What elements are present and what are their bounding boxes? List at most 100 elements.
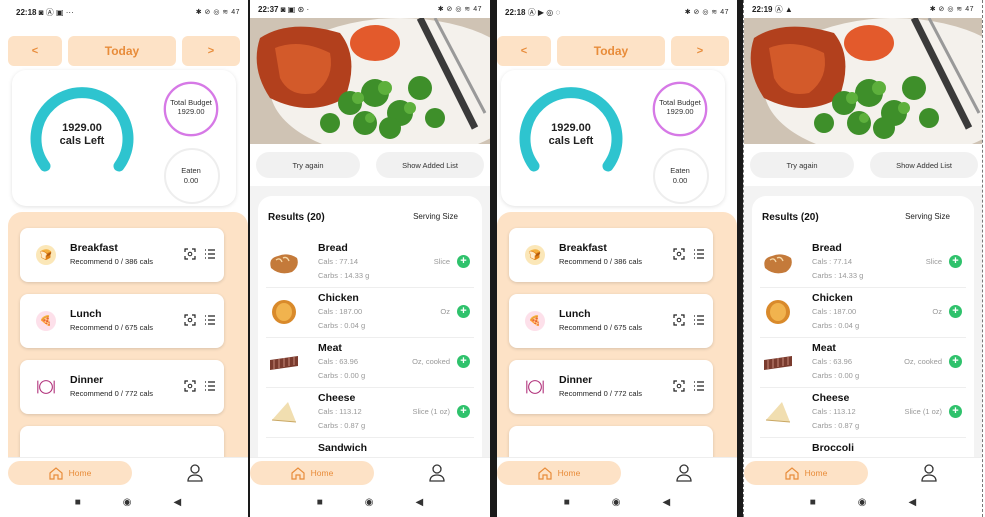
food-row-meat[interactable]: Meat Cals : 63.96 Carbs : 0.00 g Oz, coo… xyxy=(266,338,474,388)
add-icon[interactable]: + xyxy=(457,405,470,418)
profile-icon[interactable] xyxy=(428,463,446,483)
list-icon[interactable] xyxy=(204,248,216,260)
next-day-button[interactable]: > xyxy=(671,36,729,66)
system-nav-bar: ■ ◉ ◀ xyxy=(497,487,737,517)
meal-card-breakfast[interactable]: 🍞 Breakfast Recommend 0 / 386 cals xyxy=(509,228,713,282)
lunch-icon: 🍕 xyxy=(525,311,545,331)
results-card: Results (20) Serving Size Bread Cals : 7… xyxy=(258,196,482,459)
home-content: < Today > 1929.00 cals Left Total Budget… xyxy=(8,24,248,480)
recents-icon[interactable]: ■ xyxy=(317,497,323,508)
back-icon[interactable]: ◀ xyxy=(663,497,671,508)
system-home-icon[interactable]: ◉ xyxy=(612,497,621,508)
next-day-button[interactable]: > xyxy=(182,36,240,66)
home-screen: 22:18 Ⓐ ▶ ◎ ◌ ✱ ⊘ ◎ ≋ 47 < Today > 1929.… xyxy=(497,0,737,517)
meal-card-breakfast[interactable]: 🍞 Breakfast Recommend 0 / 386 cals xyxy=(20,228,224,282)
system-home-icon[interactable]: ◉ xyxy=(123,497,132,508)
scan-icon[interactable] xyxy=(673,380,685,392)
nav-home-label: Home xyxy=(804,468,828,478)
today-button[interactable]: Today xyxy=(68,36,176,66)
status-icons-left: ◙ Ⓐ ▣ ··· xyxy=(38,7,74,17)
show-added-list-button[interactable]: Show Added List xyxy=(376,152,484,178)
food-row-meat[interactable]: Meat Cals : 63.96 Carbs : 0.00 g Oz, coo… xyxy=(760,338,966,388)
recents-icon[interactable]: ■ xyxy=(810,497,816,508)
meal-card-lunch[interactable]: 🍕 Lunch Recommend 0 / 675 cals xyxy=(509,294,713,348)
system-home-icon[interactable]: ◉ xyxy=(365,497,374,508)
food-row-bread[interactable]: Bread Cals : 77.14 Carbs : 14.33 g Slice… xyxy=(266,238,474,288)
food-name: Chicken xyxy=(812,292,853,304)
food-unit[interactable]: Oz xyxy=(932,307,942,316)
food-name: Meat xyxy=(812,342,836,354)
previous-day-button[interactable]: < xyxy=(497,36,551,66)
food-unit[interactable]: Oz, cooked xyxy=(904,357,942,366)
food-unit[interactable]: Slice xyxy=(434,257,450,266)
recents-icon[interactable]: ■ xyxy=(75,497,81,508)
list-icon[interactable] xyxy=(693,248,705,260)
dinner-icon xyxy=(36,377,56,397)
scan-icon[interactable] xyxy=(184,380,196,392)
food-row-partial[interactable]: Sandwich xyxy=(266,438,474,459)
food-row-chicken[interactable]: Chicken Cals : 187.00 Carbs : 0.04 g Oz … xyxy=(266,288,474,338)
list-icon[interactable] xyxy=(204,380,216,392)
status-bar: 22:18 Ⓐ ▶ ◎ ◌ ✱ ⊘ ◎ ≋ 47 xyxy=(497,0,737,24)
food-row-partial[interactable]: Broccoli xyxy=(760,438,966,459)
food-unit[interactable]: Oz, cooked xyxy=(412,357,450,366)
previous-day-button[interactable]: < xyxy=(8,36,62,66)
add-icon[interactable]: + xyxy=(949,405,962,418)
dinner-icon xyxy=(525,377,545,397)
system-home-icon[interactable]: ◉ xyxy=(858,497,867,508)
nav-home[interactable]: Home xyxy=(250,461,374,485)
meal-title: Breakfast xyxy=(559,242,607,254)
add-icon[interactable]: + xyxy=(949,255,962,268)
food-unit[interactable]: Oz xyxy=(440,307,450,316)
nav-home[interactable]: Home xyxy=(497,461,621,485)
meal-title: Lunch xyxy=(70,308,102,320)
list-icon[interactable] xyxy=(693,380,705,392)
food-carbs: Carbs : 0.00 g xyxy=(318,371,366,380)
food-row-cheese[interactable]: Cheese Cals : 113.12 Carbs : 0.87 g Slic… xyxy=(266,388,474,438)
meals-list: 🍞 Breakfast Recommend 0 / 386 cals 🍕 Lun… xyxy=(8,212,248,480)
back-icon[interactable]: ◀ xyxy=(416,497,424,508)
add-icon[interactable]: + xyxy=(457,255,470,268)
try-again-button[interactable]: Try again xyxy=(256,152,360,178)
food-unit[interactable]: Slice (1 oz) xyxy=(904,407,942,416)
food-carbs: Carbs : 0.87 g xyxy=(812,421,860,430)
meal-card-lunch[interactable]: 🍕 Lunch Recommend 0 / 675 cals xyxy=(20,294,224,348)
add-icon[interactable]: + xyxy=(949,305,962,318)
list-icon[interactable] xyxy=(204,314,216,326)
serving-size-label: Serving Size xyxy=(905,212,950,221)
scan-icon[interactable] xyxy=(184,314,196,326)
food-unit[interactable]: Slice (1 oz) xyxy=(412,407,450,416)
scan-icon[interactable] xyxy=(184,248,196,260)
results-header: Results (20) Serving Size xyxy=(268,212,472,226)
status-time: 22:18 xyxy=(16,7,37,17)
profile-icon[interactable] xyxy=(675,463,693,483)
add-icon[interactable]: + xyxy=(457,305,470,318)
back-icon[interactable]: ◀ xyxy=(174,497,182,508)
food-row-bread[interactable]: Bread Cals : 77.14 Carbs : 14.33 g Slice… xyxy=(760,238,966,288)
budget-label: Total Budget xyxy=(659,98,701,107)
eaten-value: 0.00 xyxy=(183,176,199,185)
today-button[interactable]: Today xyxy=(557,36,665,66)
nav-home[interactable]: Home xyxy=(744,461,868,485)
nav-home[interactable]: Home xyxy=(8,461,132,485)
try-again-button[interactable]: Try again xyxy=(750,152,854,178)
scan-icon[interactable] xyxy=(673,314,685,326)
profile-icon[interactable] xyxy=(186,463,204,483)
meal-card-dinner[interactable]: Dinner Recommend 0 / 772 cals xyxy=(20,360,224,414)
food-row-chicken[interactable]: Chicken Cals : 187.00 Carbs : 0.04 g Oz … xyxy=(760,288,966,338)
meal-subtitle: Recommend 0 / 772 cals xyxy=(70,389,153,398)
results-screen: 22:19 Ⓐ ▲ ✱ ⊘ ◎ ≋ 47 Try again Show Adde… xyxy=(743,0,983,517)
meal-card-dinner[interactable]: Dinner Recommend 0 / 772 cals xyxy=(509,360,713,414)
show-added-list-button[interactable]: Show Added List xyxy=(870,152,978,178)
status-bar: 22:18 ◙ Ⓐ ▣ ··· ✱ ⊘ ◎ ≋ 47 xyxy=(8,0,248,24)
add-icon[interactable]: + xyxy=(457,355,470,368)
food-unit[interactable]: Slice xyxy=(926,257,942,266)
add-icon[interactable]: + xyxy=(949,355,962,368)
food-name: Meat xyxy=(318,342,342,354)
scan-icon[interactable] xyxy=(673,248,685,260)
list-icon[interactable] xyxy=(693,314,705,326)
back-icon[interactable]: ◀ xyxy=(909,497,917,508)
recents-icon[interactable]: ■ xyxy=(564,497,570,508)
profile-icon[interactable] xyxy=(920,463,938,483)
food-row-cheese[interactable]: Cheese Cals : 113.12 Carbs : 0.87 g Slic… xyxy=(760,388,966,438)
